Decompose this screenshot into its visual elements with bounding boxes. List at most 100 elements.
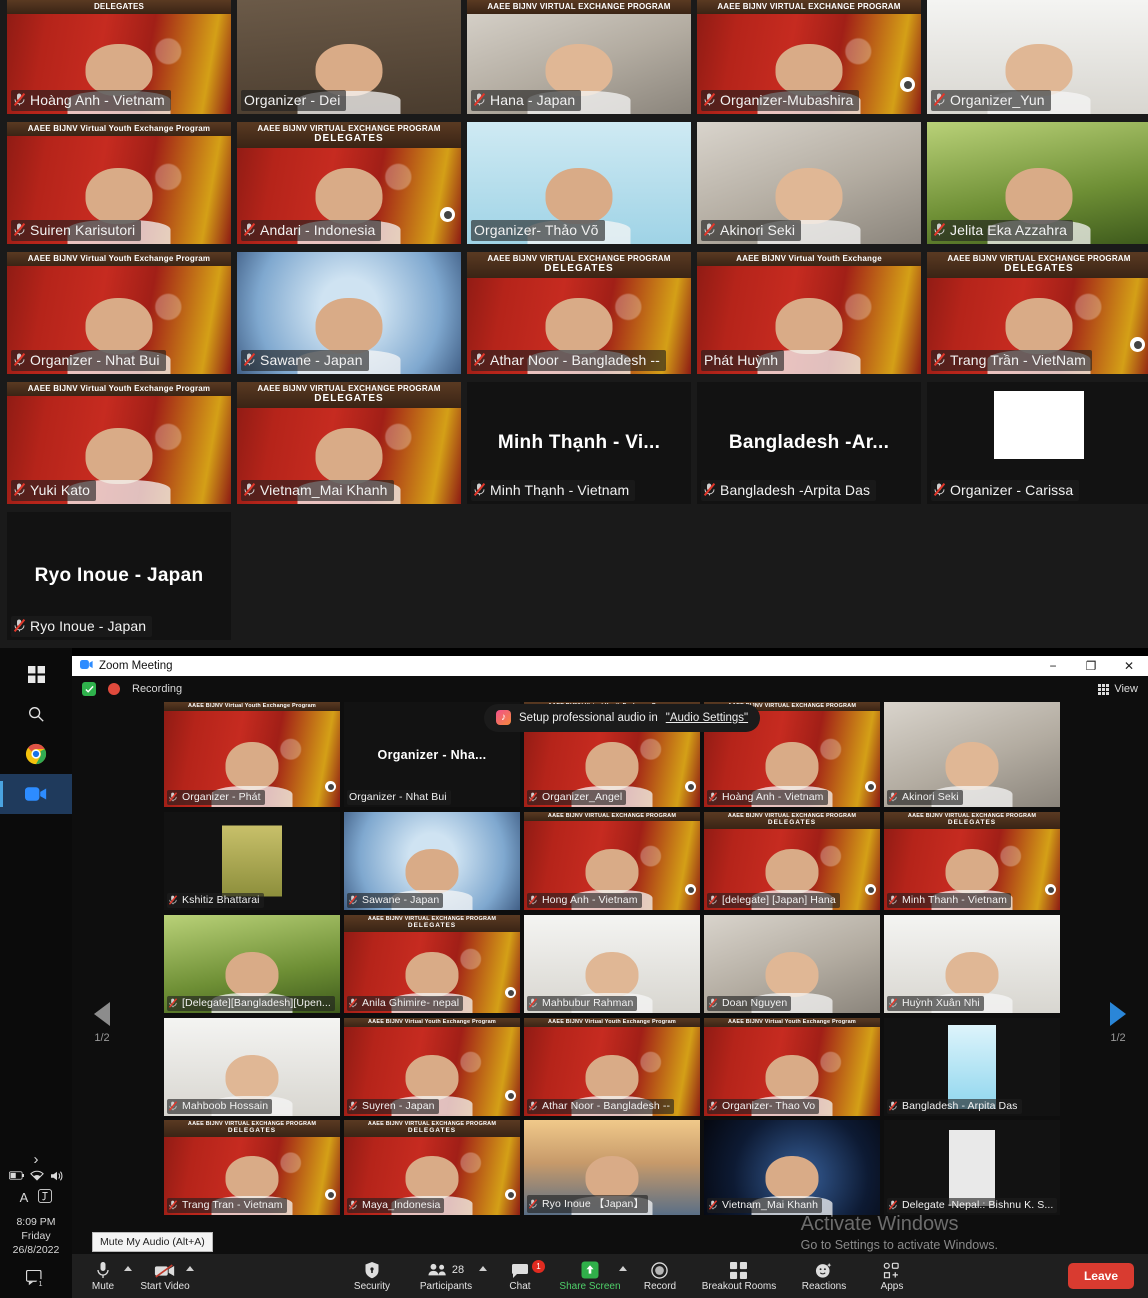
audio-settings-link[interactable]: "Audio Settings" — [666, 712, 748, 724]
participant-tile[interactable]: AAEE BIJNV VIRTUAL EXCHANGE PROGRAM DELEG… — [237, 122, 461, 244]
tray-chevron[interactable]: › — [0, 1151, 72, 1169]
record-button[interactable]: Record — [629, 1254, 691, 1298]
taskbar-app-chrome[interactable] — [0, 734, 72, 774]
apps-button[interactable]: Apps — [861, 1254, 923, 1298]
volume-icon[interactable] — [50, 1170, 64, 1187]
language-indicator[interactable]: A — [20, 1189, 29, 1207]
participant-tile[interactable]: Vietnam_Mai Khanh — [704, 1120, 880, 1215]
muted-microphone-icon — [934, 353, 945, 367]
participant-tile[interactable]: Huỳnh Xuân Nhi — [884, 915, 1060, 1013]
tray-clock[interactable]: 8:09 PM Friday 26/8/2022 — [0, 1215, 72, 1258]
participant-tile[interactable]: AAEE BIJNV VIRTUAL EXCHANGE PROGRAM Hong … — [524, 812, 700, 910]
video-options-caret-icon[interactable] — [186, 1266, 194, 1271]
participant-tile[interactable]: Akinori Seki — [884, 702, 1060, 807]
participant-tile[interactable]: Bangladesh -Ar... Bangladesh -Arpita Das — [697, 382, 921, 504]
start-video-button[interactable]: Start Video — [134, 1254, 196, 1298]
recording-indicator-icon[interactable] — [108, 683, 120, 695]
participant-tile[interactable]: AAEE BIJNV VIRTUAL EXCHANGE PROGRAM Hana … — [467, 0, 691, 114]
participant-name: Organizer - Phát — [182, 791, 261, 803]
participant-tile[interactable]: AAEE BIJNV Virtual Youth Exchange Progra… — [344, 1018, 520, 1116]
previous-page-button[interactable]: 1/2 — [82, 1002, 122, 1044]
participant-tile[interactable]: AAEE BIJNV VIRTUAL EXCHANGE PROGRAM DELEG… — [467, 252, 691, 374]
muted-microphone-icon — [934, 223, 945, 237]
view-button[interactable]: View — [1098, 683, 1138, 695]
security-button[interactable]: Security — [341, 1254, 403, 1298]
participant-tile[interactable]: AAEE BIJNV Virtual Youth Exchange Progra… — [7, 122, 231, 244]
window-titlebar[interactable]: Zoom Meeting − ❐ ✕ — [72, 656, 1148, 676]
audio-options-caret-icon[interactable] — [124, 1266, 132, 1271]
gallery-row: [Delegate][Bangladesh][Upen... AAEE BIJNV… — [162, 915, 1148, 1013]
participant-tile[interactable]: Minh Thạnh - Vi... Minh Thạnh - Vietnam — [467, 382, 691, 504]
maximize-button[interactable]: ❐ — [1072, 656, 1110, 676]
participant-name: Athar Noor - Bangladesh -- — [542, 1100, 671, 1112]
meeting-toolbar[interactable]: Mute My Audio (Alt+A) Mute Start Video S… — [72, 1232, 1148, 1298]
participant-name: Vietnam_Mai Khanh — [260, 482, 388, 498]
search-icon[interactable] — [0, 694, 72, 734]
start-button[interactable] — [0, 654, 72, 694]
close-button[interactable]: ✕ — [1110, 656, 1148, 676]
windows-taskbar[interactable]: › A 8:09 PM Friday 26/8/2022 1 — [0, 648, 72, 1298]
participant-tile[interactable]: AAEE BIJNV Virtual Youth Exchange Progra… — [704, 1018, 880, 1116]
audio-setup-toast[interactable]: ♪ Setup professional audio in "Audio Set… — [484, 704, 761, 732]
participant-tile[interactable]: Ryo Inoue - Japan Ryo Inoue - Japan — [7, 512, 231, 640]
participant-tile[interactable]: Mahboob Hossain — [164, 1018, 340, 1116]
participants-caret-icon[interactable] — [478, 1266, 487, 1271]
taskbar-app-zoom[interactable] — [0, 774, 72, 814]
mute-button[interactable]: Mute My Audio (Alt+A) Mute — [72, 1232, 213, 1298]
participant-tile[interactable]: AAEE BIJNV VIRTUAL EXCHANGE PROGRAM DELEG… — [884, 812, 1060, 910]
system-tray[interactable]: › A 8:09 PM Friday 26/8/2022 1 — [0, 1151, 72, 1292]
muted-microphone-icon — [169, 998, 177, 1008]
participant-tile[interactable]: AAEE BIJNV VIRTUAL EXCHANGE PROGRAM DELEG… — [344, 1120, 520, 1215]
participant-tile[interactable]: Sawane - Japan — [237, 252, 461, 374]
breakout-rooms-button[interactable]: Breakout Rooms — [691, 1254, 787, 1298]
participant-name: Athar Noor - Bangladesh -- — [490, 352, 660, 368]
participant-tile[interactable]: Sawane - Japan — [344, 812, 520, 910]
participant-tile[interactable]: AAEE BIJNV VIRTUAL EXCHANGE PROGRAM DELEG… — [344, 915, 520, 1013]
clock-day: Friday — [21, 1230, 51, 1243]
participant-tile[interactable]: Ryo Inoue 【Japan】 — [524, 1120, 700, 1215]
participant-tile[interactable]: AAEE BIJNV Virtual Youth Exchange Progra… — [7, 252, 231, 374]
participant-tile[interactable]: Akinori Seki — [697, 122, 921, 244]
battery-icon[interactable] — [8, 1171, 24, 1185]
reactions-button[interactable]: Reactions — [787, 1254, 861, 1298]
participant-tile[interactable]: Bangladesh - Arpita Das — [884, 1018, 1060, 1116]
participant-tile[interactable]: DELEGATES Hoàng Anh - Vietnam — [7, 0, 231, 114]
share-screen-button[interactable]: Share Screen — [551, 1254, 629, 1298]
participant-tile[interactable]: AAEE BIJNV Virtual Youth Exchange Progra… — [7, 382, 231, 504]
participant-nameplate: Mahboob Hossain — [167, 1099, 273, 1114]
notifications-icon[interactable]: 1 — [25, 1269, 46, 1293]
participant-tile[interactable]: AAEE BIJNV VIRTUAL EXCHANGE PROGRAM DELEG… — [237, 382, 461, 504]
participant-tile[interactable]: AAEE BIJNV VIRTUAL EXCHANGE PROGRAM DELEG… — [164, 1120, 340, 1215]
participant-tile[interactable]: AAEE BIJNV VIRTUAL EXCHANGE PROGRAM DELEG… — [704, 812, 880, 910]
video-banner: AAEE BIJNV VIRTUAL EXCHANGE PROGRAM DELEG… — [884, 812, 1060, 829]
participant-nameplate: Athar Noor - Bangladesh -- — [527, 1099, 675, 1114]
participant-tile[interactable]: Organizer- Thảo Võ — [467, 122, 691, 244]
leave-button[interactable]: Leave — [1067, 1263, 1134, 1289]
start-video-label: Start Video — [140, 1280, 190, 1292]
participant-tile[interactable]: AAEE BIJNV VIRTUAL EXCHANGE PROGRAM Organ… — [697, 0, 921, 114]
participant-tile[interactable]: Kshitiz Bhattarai — [164, 812, 340, 910]
share-options-caret-icon[interactable] — [618, 1266, 627, 1271]
participant-tile[interactable]: AAEE BIJNV Virtual Youth Exchange Progra… — [524, 1018, 700, 1116]
participant-face — [765, 742, 819, 790]
participant-tile[interactable]: Organizer - Carissa — [927, 382, 1148, 504]
participant-tile[interactable]: Organizer - Dei — [237, 0, 461, 114]
wifi-icon[interactable] — [29, 1170, 44, 1186]
participant-tile[interactable]: AAEE BIJNV VIRTUAL EXCHANGE PROGRAM DELEG… — [927, 252, 1148, 374]
participant-tile[interactable]: AAEE BIJNV Virtual Youth Exchange Progra… — [164, 702, 340, 807]
ime-icon[interactable] — [38, 1188, 53, 1208]
participant-tile[interactable]: Mahbubur Rahman — [524, 915, 700, 1013]
recording-label: Recording — [132, 683, 183, 695]
participant-tile[interactable]: Delegate -Nepal.: Bishnu K. S... — [884, 1120, 1060, 1215]
chat-button[interactable]: 1 Chat — [489, 1254, 551, 1298]
participant-avatar — [949, 1129, 995, 1206]
participants-button[interactable]: 28 Participants — [403, 1254, 489, 1298]
participant-tile[interactable]: Doan Nguyen — [704, 915, 880, 1013]
participant-tile[interactable]: AAEE BIJNV Virtual Youth Exchange Phát Hu… — [697, 252, 921, 374]
participant-tile[interactable]: Jelita Eka Azzahra — [927, 122, 1148, 244]
participant-tile[interactable]: Organizer_Yun — [927, 0, 1148, 114]
participant-face — [945, 952, 999, 997]
minimize-button[interactable]: − — [1034, 656, 1072, 676]
encryption-shield-icon[interactable] — [82, 682, 96, 696]
participant-tile[interactable]: [Delegate][Bangladesh][Upen... — [164, 915, 340, 1013]
